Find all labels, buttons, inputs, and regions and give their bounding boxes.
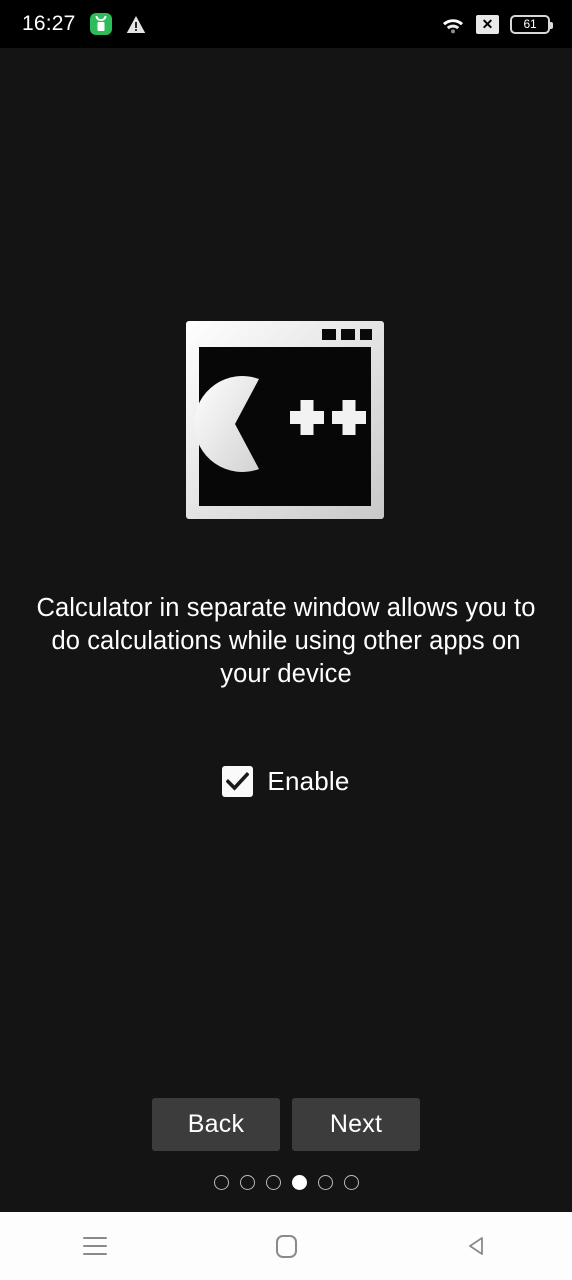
battery-level-label: 61 (523, 17, 537, 31)
page-dot-5[interactable] (317, 1175, 333, 1190)
navigation-buttons: Back Next (0, 1098, 572, 1151)
warning-icon (126, 15, 146, 34)
system-navigation-bar (0, 1212, 572, 1280)
page-dot-1[interactable] (213, 1175, 229, 1190)
nav-home-button[interactable] (191, 1212, 382, 1280)
battery-indicator: 61 (510, 14, 553, 34)
home-icon (275, 1234, 297, 1258)
page-indicator (0, 1175, 572, 1190)
cpp-window-icon (186, 321, 384, 519)
nav-recents-button[interactable] (0, 1212, 191, 1280)
page-description: Calculator in separate window allows you… (36, 594, 536, 688)
onboarding-page: Calculator in separate window allows you… (0, 48, 572, 1212)
page-dot-4[interactable] (291, 1175, 307, 1190)
enable-checkbox[interactable] (222, 766, 254, 797)
page-dot-2[interactable] (239, 1175, 255, 1190)
back-triangle-icon (465, 1234, 489, 1258)
checkmark-icon (226, 771, 250, 791)
page-dot-3[interactable] (265, 1175, 281, 1190)
nav-back-button[interactable] (381, 1212, 572, 1280)
page-dot-6[interactable] (343, 1175, 359, 1190)
status-bar-right: ✕ 61 (441, 14, 553, 34)
next-button[interactable]: Next (292, 1098, 420, 1151)
app-notification-icon (89, 13, 112, 35)
phone-screen: 16:27 ✕ 61 Calculator in separate window… (0, 0, 572, 1280)
status-bar-clock: 16:27 (22, 12, 76, 35)
back-button[interactable]: Back (152, 1098, 280, 1151)
status-bar-left: 16:27 (22, 12, 146, 36)
enable-checkbox-row[interactable]: Enable (0, 766, 572, 797)
recents-icon (83, 1237, 108, 1255)
no-sim-icon: ✕ (476, 14, 499, 34)
wifi-icon (441, 14, 465, 34)
enable-checkbox-label[interactable]: Enable (267, 766, 349, 797)
status-bar: 16:27 ✕ 61 (0, 0, 572, 48)
